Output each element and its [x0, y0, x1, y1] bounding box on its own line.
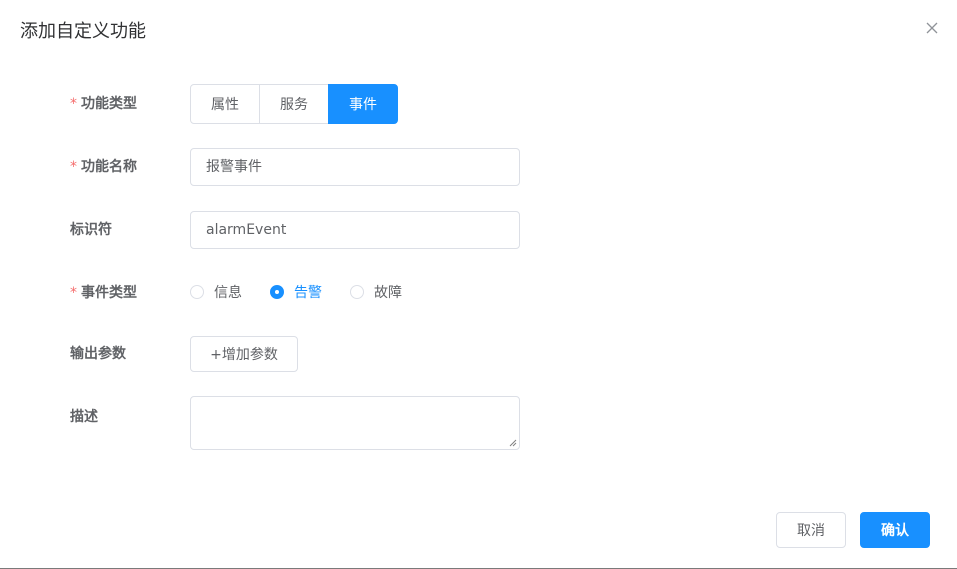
radio-label: 信息	[214, 285, 242, 301]
radio-label: 故障	[374, 285, 402, 301]
event-type-radio-fault[interactable]: 故障	[350, 282, 402, 302]
required-mark: *	[70, 96, 77, 112]
event-type-radio-info[interactable]: 信息	[190, 282, 242, 302]
required-mark: *	[70, 159, 77, 175]
event-type-radio-group: 信息 告警 故障	[190, 282, 430, 302]
function-type-property-button[interactable]: 属性	[190, 84, 260, 124]
function-name-input[interactable]: 报警事件	[190, 148, 520, 186]
dialog-title: 添加自定义功能	[20, 21, 146, 42]
event-type-label: * 事件类型	[70, 285, 137, 301]
radio-label: 告警	[294, 285, 322, 301]
description-label: 描述	[70, 409, 98, 425]
resize-grip-icon[interactable]	[509, 439, 517, 447]
radio-circle-checked	[270, 285, 284, 299]
required-mark: *	[70, 285, 77, 301]
function-name-label: * 功能名称	[70, 159, 137, 175]
function-type-label: * 功能类型	[70, 96, 137, 112]
cancel-button[interactable]: 取消	[776, 512, 846, 548]
function-type-service-button[interactable]: 服务	[259, 84, 329, 124]
function-type-event-button[interactable]: 事件	[328, 84, 398, 124]
function-type-selector: 属性 服务 事件	[190, 84, 398, 124]
radio-circle	[350, 285, 364, 299]
confirm-button[interactable]: 确认	[860, 512, 930, 548]
identifier-label: 标识符	[70, 222, 112, 238]
add-custom-function-dialog: 添加自定义功能 * 功能类型 属性 服务 事件 * 功能名称 报警事件 标识符 al…	[0, 0, 957, 569]
radio-circle	[190, 285, 204, 299]
close-icon[interactable]	[924, 20, 940, 36]
description-textarea[interactable]	[190, 396, 520, 450]
add-param-button[interactable]: +增加参数	[190, 336, 298, 372]
event-type-radio-alarm[interactable]: 告警	[270, 282, 322, 302]
identifier-input[interactable]: alarmEvent	[190, 211, 520, 249]
output-params-label: 输出参数	[70, 346, 126, 362]
